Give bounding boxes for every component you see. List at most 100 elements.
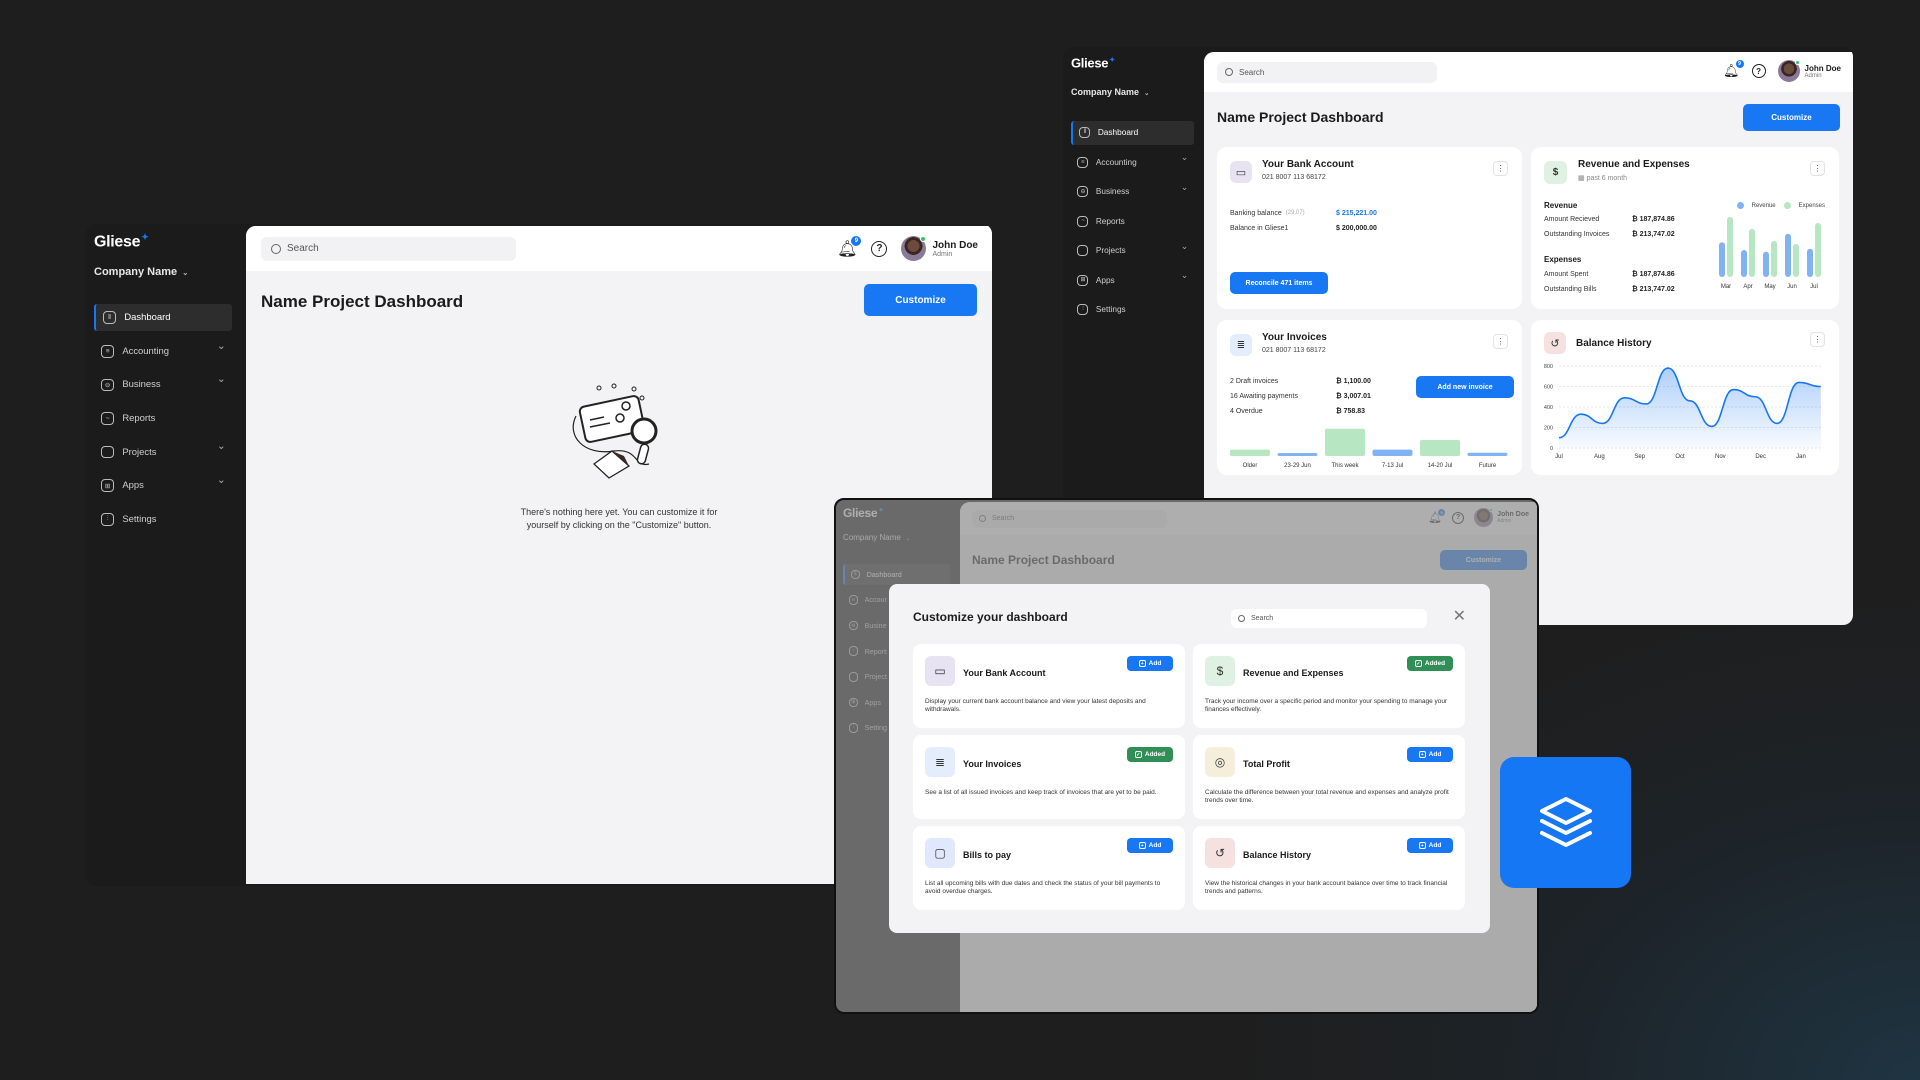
close-icon[interactable]: ✕ [1453,606,1466,626]
amount-spent-value: ₿ 187,874.86 [1632,271,1675,278]
sidebar-item-accounting[interactable]: ≡ Accounting ⌄ [94,338,232,365]
search-input[interactable]: Search [1217,61,1437,83]
company-selector[interactable]: Company Name ⌄ [94,266,189,278]
more-options-button[interactable]: ⋮ [1493,161,1508,176]
notifications-button[interactable]: 🔔︎9 [1723,60,1744,79]
sidebar-item-business[interactable]: ⊖ Business ⌄ [94,371,232,398]
more-options-button[interactable]: ⋮ [1810,332,1825,347]
sidebar-item-settings[interactable]: ⫶ Settings [94,506,232,533]
period-text: past 6 month [1586,175,1628,182]
add-new-invoice-button[interactable]: Add new invoice [1416,376,1514,398]
added-toggle-button[interactable]: ✓ Added [1407,656,1453,671]
add-widget-button[interactable]: + Add [1407,838,1453,853]
account-number: 021 8007 113 68172 [1262,347,1326,354]
bar-revenue-may [1763,251,1769,277]
outstanding-bills-row: Outstanding Bills ₿ 213,747.02 [1544,286,1684,293]
sidebar-item-label: Dashboard [1097,128,1139,138]
sidebar-item-label: Accounting [1095,157,1137,167]
chevron-down-icon: ⌄ [216,440,226,453]
sidebar-item-projects[interactable]: Projects ⌄ [1071,239,1194,263]
history-icon: ↺ [1544,332,1566,354]
header-actions: 🔔︎9 ? John DoeAdmin [837,235,978,261]
bar-expenses-apr [1749,229,1755,277]
sidebar-item-dashboard[interactable]: ⫴ Dashboard [1071,121,1194,145]
sidebar-item-reports[interactable]: ~ Reports [94,405,232,432]
revenue-icon: $ [1205,656,1235,686]
online-indicator [1794,60,1800,65]
draft-invoices-value: ₿ 1,100.00 [1336,378,1371,385]
widget-option: ◎ Total Profit + Add Calculate the differ… [1193,735,1465,819]
sidebar-item-settings[interactable]: ⫶ Settings [1071,298,1194,322]
sidebar-item-label: Reports [1095,216,1125,226]
folder-icon [1077,245,1089,257]
sidebar-item-accounting[interactable]: ≡ Accounting ⌄ [1071,150,1194,174]
sidebar-item-dashboard[interactable]: ⫴ Dashboard [94,304,232,332]
bar-revenue-jul [1807,248,1813,277]
user-menu[interactable]: John DoeAdmin [901,236,978,261]
draft-invoices-label: 2 Draft invoices [1230,378,1279,385]
check-icon: ✓ [1414,660,1422,667]
x-tick-label: 7-13 Jul [1382,463,1403,469]
more-options-button[interactable]: ⋮ [1493,334,1508,349]
awaiting-payments-label: 16 Awaiting payments [1230,393,1298,400]
sidebar-item-label: Dashboard [124,312,171,324]
plus-icon: + [1138,660,1146,667]
revenue-icon: $ [1544,161,1567,184]
customize-button[interactable]: Customize [1743,104,1840,131]
chevron-down-icon: ⌄ [1180,269,1189,280]
x-tick-label: 23-29 Jun [1284,463,1311,469]
search-input[interactable]: Search [261,236,516,261]
user-role: Admin [932,250,953,258]
add-widget-button[interactable]: + Add [1127,656,1173,671]
legend-swatch-expenses [1783,202,1791,209]
dashboard-icon: ⫴ [1079,127,1091,139]
x-tick-label: Jan [1796,454,1806,460]
account-number: 021 8007 113 68172 [1262,174,1326,181]
plus-icon: + [1418,751,1426,758]
added-toggle-button[interactable]: ✓ Added [1127,747,1173,762]
widget-title: Your Bank Account [1262,159,1354,170]
sidebar-item-business[interactable]: ⊖ Business ⌄ [1071,180,1194,204]
amount-received-value: ₿ 187,874.86 [1632,216,1675,223]
balance-history-widget: ↺ Balance History ⋮ 0 200 400 600 800 Jul Aug S… [1531,320,1839,475]
widget-search-input[interactable]: Search [1231,609,1427,628]
x-tick-label: This week [1331,463,1359,469]
card-magnifier-illustration [572,383,658,479]
add-widget-button[interactable]: + Add [1127,838,1173,853]
revenue-expenses-widget: $ Revenue and Expenses ▦ past 6 month ⋮ … [1531,147,1839,309]
sidebar-item-reports[interactable]: ~ Reports [1071,209,1194,233]
x-tick-label: Apr [1743,284,1752,290]
star-icon: ✦ [1109,56,1115,64]
sidebar-item-apps[interactable]: ⊞ Apps ⌄ [1071,268,1194,292]
bar-expenses-mar [1727,217,1733,277]
bar-revenue-mar [1719,242,1725,277]
company-selector[interactable]: Company Name ⌄ [1071,87,1149,97]
wallet-icon: ▭ [1230,161,1252,183]
revenue-expenses-chart: Mar Apr May Jun Jul [1719,217,1821,290]
reconcile-button[interactable]: Reconcile 471 items [1230,272,1328,294]
add-widget-button[interactable]: + Add [1407,747,1453,762]
apps-icon: ⊞ [1077,274,1089,286]
more-options-button[interactable]: ⋮ [1810,161,1825,176]
sidebar-nav: ⫴ Dashboard ≡ Accounting ⌄ ⊖ Business ⌄ ~ Reports… [1071,121,1194,327]
bar-expenses-may [1771,241,1777,277]
page-title: Name Project Dashboard [261,292,464,311]
help-icon[interactable]: ? [871,240,888,257]
company-name: Company Name [94,266,178,278]
x-tick-label: Jul [1555,454,1563,460]
layers-app-tile [1500,757,1631,888]
customize-button[interactable]: Customize [864,284,977,316]
sidebar-item-projects[interactable]: Projects ⌄ [94,438,232,465]
plus-icon: + [1138,842,1146,849]
sidebar-item-apps[interactable]: ⊞ Apps ⌄ [94,472,232,499]
logo: Gliese✦ [1071,55,1115,70]
chevron-down-icon: ⌄ [216,373,226,386]
bill-icon: ▢ [925,838,955,868]
widget-option: $ Revenue and Expenses ✓ Added Track your… [1193,644,1465,728]
help-icon[interactable]: ? [1751,64,1766,78]
widget-option: ≣ Your Invoices ✓ Added See a list of all… [913,735,1185,819]
notifications-button[interactable]: 🔔︎9 [837,235,862,259]
sliders-icon: ⫶ [1077,303,1089,315]
coins-icon: ◎ [1205,747,1235,777]
user-menu[interactable]: John DoeAdmin [1777,60,1841,82]
